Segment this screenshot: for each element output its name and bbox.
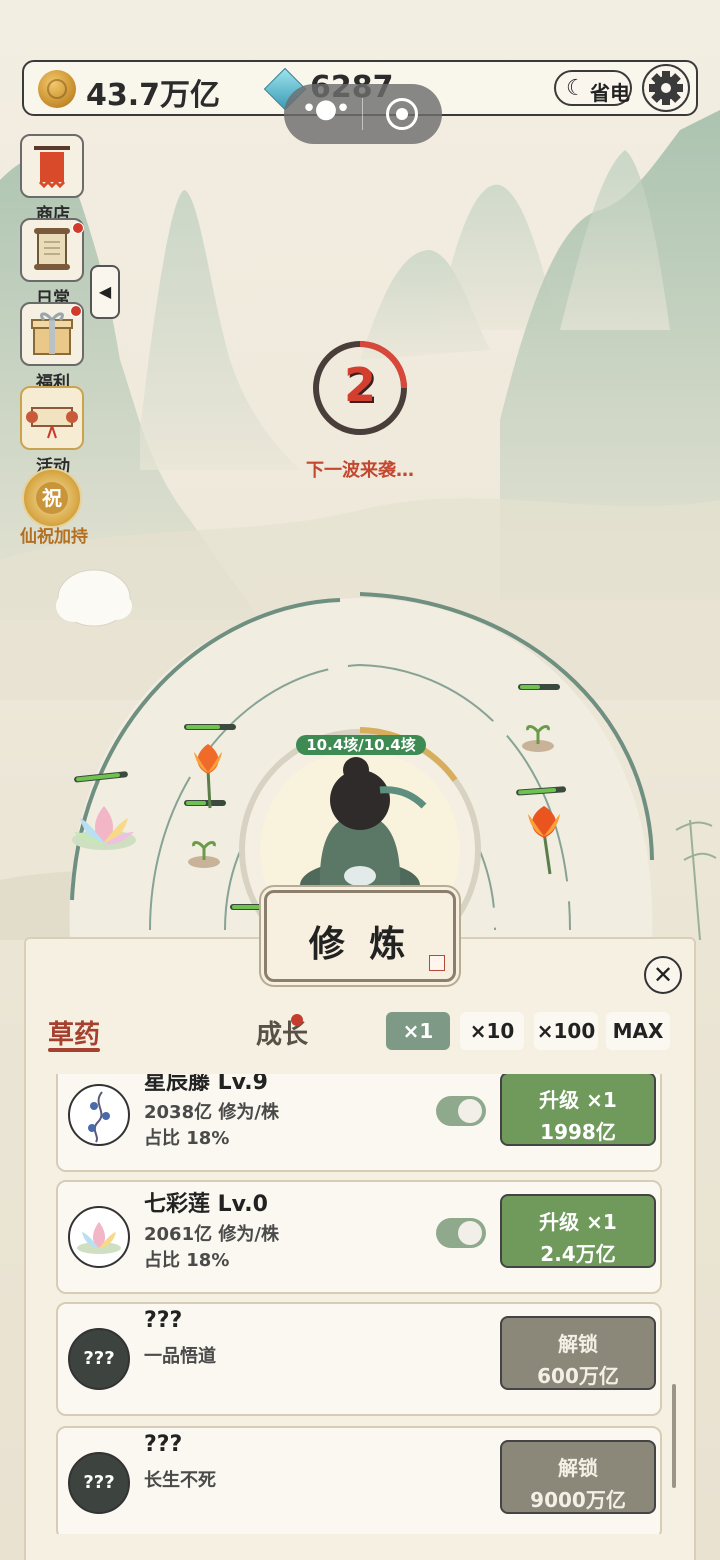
- power-save-button[interactable]: ☾ 省电: [554, 70, 632, 106]
- character-hp-text: 10.4垓/10.4垓: [296, 735, 426, 755]
- herb-list: 星辰藤 Lv.9 2038亿 修为/株 占比 18% 升级 ×1 1998亿 七…: [56, 1074, 664, 1534]
- coin-balance: 43.7万亿: [86, 78, 221, 113]
- coin-icon: [38, 70, 76, 108]
- upgrade-label: 升级 ×1: [539, 1088, 617, 1112]
- wave-countdown-number: 2: [343, 358, 376, 412]
- shop-banner-icon: [34, 146, 70, 189]
- herb-thumb: [68, 1206, 130, 1268]
- upgrade-cost: 2.4万亿: [540, 1242, 616, 1266]
- herb-desc: 长生不死: [144, 1470, 216, 1491]
- upgrade-button[interactable]: 升级 ×1 1998亿: [500, 1074, 656, 1146]
- multiplier-x1[interactable]: ×1: [386, 1012, 450, 1050]
- herb-name: 七彩莲 Lv.0: [144, 1192, 268, 1217]
- list-item: ??? ??? 一品悟道 解锁 600万亿: [56, 1302, 662, 1416]
- miniprogram-capsule: •●•: [284, 84, 442, 144]
- growth-badge: [291, 1014, 303, 1026]
- list-scrollbar[interactable]: [672, 1384, 676, 1488]
- list-item: 星辰藤 Lv.9 2038亿 修为/株 占比 18% 升级 ×1 1998亿: [56, 1074, 662, 1172]
- blessing-glyph: 祝: [36, 482, 68, 514]
- chevron-left-icon: ◀: [98, 282, 112, 301]
- shop-button[interactable]: [20, 134, 84, 198]
- list-item: 七彩莲 Lv.0 2061亿 修为/株 占比 18% 升级 ×1 2.4万亿: [56, 1180, 662, 1294]
- unlock-label: 解锁: [558, 1332, 598, 1356]
- wave-incoming-text: 下一波来袭…: [306, 460, 414, 481]
- settings-button[interactable]: [642, 64, 690, 112]
- upgrade-label: 升级 ×1: [539, 1210, 617, 1234]
- herb-name: ???: [144, 1432, 183, 1457]
- moon-icon: ☾: [566, 76, 586, 101]
- event-button[interactable]: [20, 386, 84, 450]
- close-panel-button[interactable]: ✕: [644, 956, 682, 994]
- unlock-cost: 9000万亿: [530, 1488, 626, 1512]
- herb-share: 占比 18%: [144, 1250, 230, 1271]
- locked-thumb: ???: [68, 1328, 130, 1390]
- daily-badge: [72, 222, 84, 234]
- collapse-menu-button[interactable]: ◀: [90, 265, 120, 319]
- herb-toggle[interactable]: [436, 1218, 486, 1248]
- more-options-button[interactable]: •●•: [300, 96, 350, 130]
- capsule-divider: [362, 98, 363, 130]
- herb-share: 占比 18%: [144, 1128, 230, 1149]
- unlock-label: 解锁: [558, 1456, 598, 1480]
- panel-title-plaque: 修 炼: [264, 890, 456, 982]
- seal-icon: [429, 955, 445, 971]
- power-save-label: 省电: [590, 81, 630, 105]
- herb-yield: 2038亿 修为/株: [144, 1102, 279, 1123]
- close-miniprogram-button[interactable]: [386, 98, 418, 130]
- upgrade-cost: 1998亿: [540, 1120, 616, 1144]
- herb-name: ???: [144, 1308, 183, 1333]
- star-vine-icon: [88, 1091, 110, 1143]
- unlock-cost: 600万亿: [537, 1364, 619, 1388]
- unlock-button[interactable]: 解锁 9000万亿: [500, 1440, 656, 1514]
- panel-title: 修 炼: [308, 924, 412, 965]
- herb-toggle[interactable]: [436, 1096, 486, 1126]
- blessing-button[interactable]: 祝: [22, 468, 82, 528]
- rainbow-lotus-icon: [77, 1222, 121, 1254]
- upgrade-button[interactable]: 升级 ×1 2.4万亿: [500, 1194, 656, 1268]
- multiplier-x10[interactable]: ×10: [460, 1012, 524, 1050]
- locked-thumb: ???: [68, 1452, 130, 1514]
- event-scroll-icon: [26, 407, 78, 439]
- herb-name: 星辰藤 Lv.9: [144, 1074, 268, 1095]
- blessing-label: 仙祝加持: [20, 527, 88, 547]
- herb-desc: 一品悟道: [144, 1346, 216, 1367]
- herb-thumb: [68, 1084, 130, 1146]
- multiplier-x100[interactable]: ×100: [534, 1012, 598, 1050]
- unlock-button[interactable]: 解锁 600万亿: [500, 1316, 656, 1390]
- welfare-badge: [70, 305, 82, 317]
- close-icon: ✕: [652, 961, 674, 989]
- active-tab-underline: [48, 1048, 100, 1052]
- gear-icon: [649, 71, 683, 105]
- herb-yield: 2061亿 修为/株: [144, 1224, 279, 1245]
- multiplier-max[interactable]: MAX: [606, 1012, 670, 1050]
- herb-garden: [69, 592, 717, 940]
- list-item: ??? ??? 长生不死 解锁 9000万亿: [56, 1426, 662, 1534]
- tab-herbs[interactable]: 草药: [48, 1014, 100, 1051]
